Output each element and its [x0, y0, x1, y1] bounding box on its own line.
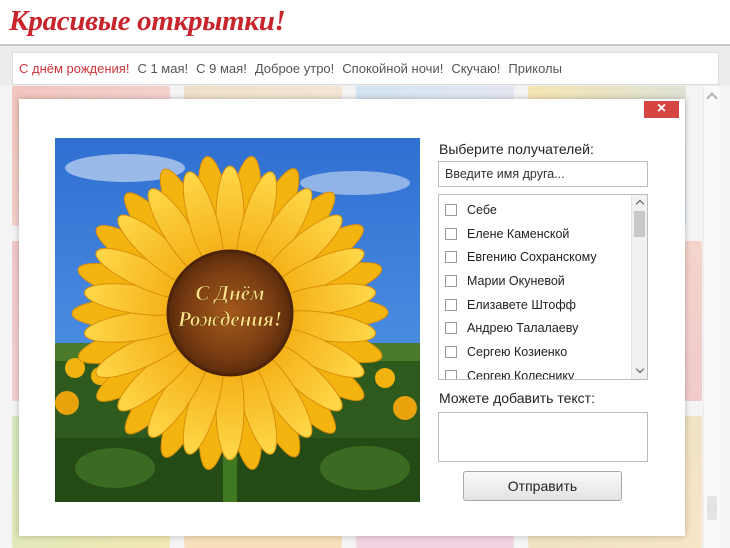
- recipient-checkbox[interactable]: [445, 369, 457, 379]
- recipient-item[interactable]: Себе: [439, 198, 647, 222]
- nav-item[interactable]: Приколы: [508, 61, 562, 76]
- recipient-checkbox[interactable]: [445, 203, 457, 216]
- chevron-down-icon[interactable]: [635, 364, 645, 374]
- recipients-list: Себе Елене Каменской Евгению Сохранскому Ма…: [438, 194, 648, 380]
- recipient-item[interactable]: Елене Каменской: [439, 222, 647, 246]
- nav-item[interactable]: Скучаю!: [451, 61, 500, 76]
- send-button[interactable]: Отправить: [463, 471, 622, 501]
- recipient-name: Сергею Колеснику: [467, 368, 575, 380]
- recipient-name: Елизавете Штофф: [467, 297, 576, 312]
- recipient-item[interactable]: Евгению Сохранскому: [439, 245, 647, 269]
- nav-item[interactable]: С днём рождения!: [19, 61, 129, 76]
- recipient-checkbox[interactable]: [445, 251, 457, 264]
- recipient-name: Андрею Талалаеву: [467, 321, 579, 336]
- nav-item[interactable]: С 1 мая!: [137, 61, 188, 76]
- sunflower-card-image: С Днём Рождения!: [55, 138, 420, 502]
- recipients-scroll-thumb[interactable]: [634, 211, 645, 237]
- recipient-checkbox[interactable]: [445, 274, 457, 287]
- recipient-name: Сергею Козиенко: [467, 344, 568, 359]
- category-nav: С днём рождения! С 1 мая! С 9 мая! Доброе у…: [12, 52, 719, 85]
- nav-item[interactable]: Спокойной ночи!: [342, 61, 443, 76]
- recipient-item[interactable]: Марии Окуневой: [439, 269, 647, 293]
- recipient-name: Елене Каменской: [467, 226, 570, 241]
- recipient-item[interactable]: Сергею Колеснику: [439, 364, 647, 380]
- card-greeting-line1: С Днём: [196, 281, 265, 305]
- site-logo[interactable]: Красивые открытки!: [9, 5, 286, 38]
- nav-item[interactable]: С 9 мая!: [196, 61, 247, 76]
- friend-search-input[interactable]: [438, 161, 648, 187]
- recipient-checkbox[interactable]: [445, 322, 457, 335]
- nav-item[interactable]: Доброе утро!: [255, 61, 334, 76]
- site-header: Красивые открытки!: [0, 0, 730, 46]
- recipient-name: Себе: [467, 202, 497, 217]
- recipients-scrollbar[interactable]: [631, 195, 647, 379]
- recipient-item[interactable]: Андрею Талалаеву: [439, 316, 647, 340]
- message-textarea[interactable]: [438, 412, 648, 462]
- recipient-checkbox[interactable]: [445, 227, 457, 240]
- recipients-title: Выберите получателей:: [439, 141, 594, 157]
- recipient-item[interactable]: Сергею Козиенко: [439, 340, 647, 364]
- close-button[interactable]: ×: [644, 101, 679, 118]
- chevron-up-icon[interactable]: [635, 199, 645, 209]
- text-title: Можете добавить текст:: [439, 390, 595, 406]
- recipient-checkbox[interactable]: [445, 298, 457, 311]
- send-card-modal: × С Днём Рождения! Выберите получателей:…: [19, 99, 685, 536]
- recipient-name: Марии Окуневой: [467, 273, 565, 288]
- recipient-checkbox[interactable]: [445, 345, 457, 358]
- card-greeting-line2: Рождения!: [177, 307, 282, 331]
- recipient-name: Евгению Сохранскому: [467, 250, 597, 265]
- recipient-item[interactable]: Елизавете Штофф: [439, 293, 647, 317]
